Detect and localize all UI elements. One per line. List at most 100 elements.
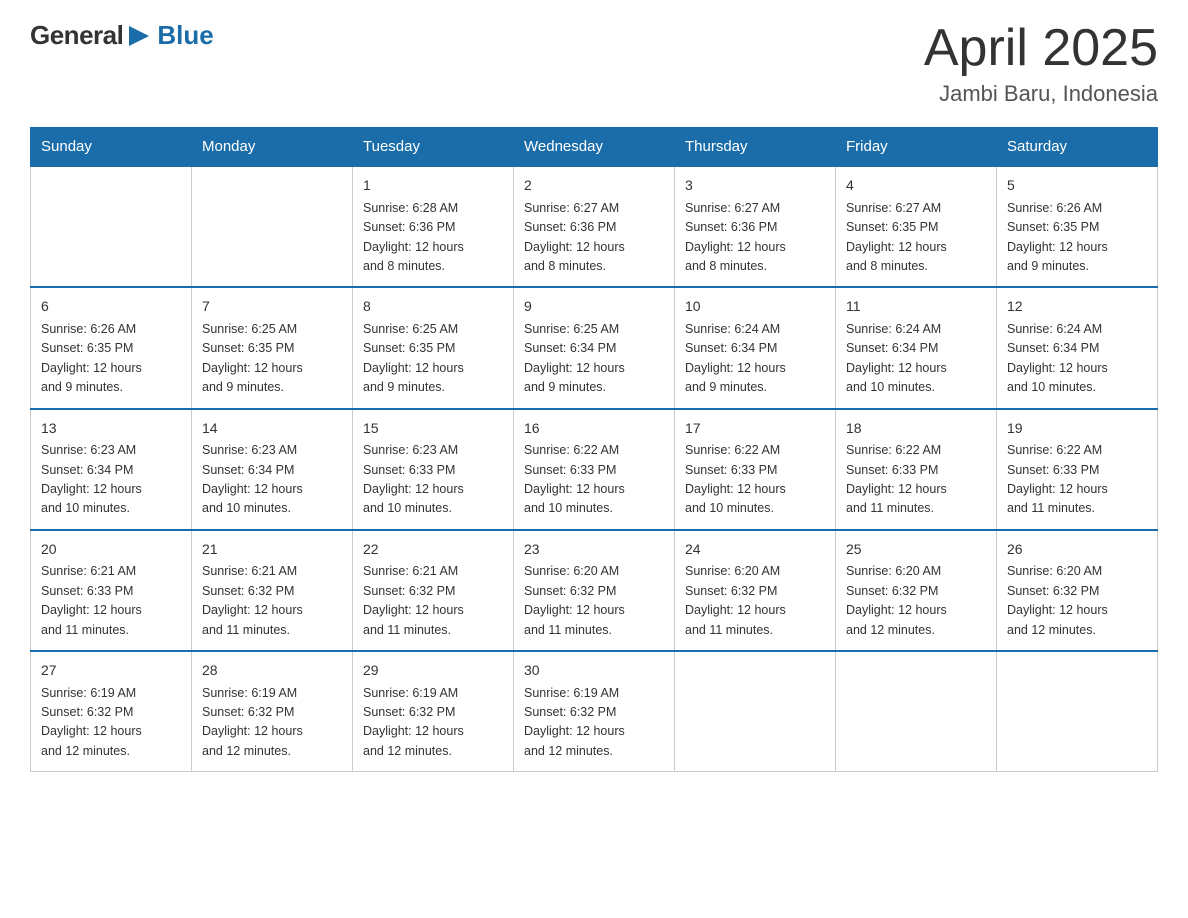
day-number: 6 (41, 296, 181, 318)
day-info: Sunrise: 6:22 AM Sunset: 6:33 PM Dayligh… (685, 441, 825, 519)
day-info: Sunrise: 6:21 AM Sunset: 6:32 PM Dayligh… (202, 562, 342, 640)
day-number: 14 (202, 418, 342, 440)
day-number: 2 (524, 175, 664, 197)
day-number: 10 (685, 296, 825, 318)
day-info: Sunrise: 6:28 AM Sunset: 6:36 PM Dayligh… (363, 199, 503, 277)
day-number: 26 (1007, 539, 1147, 561)
day-number: 17 (685, 418, 825, 440)
day-number: 5 (1007, 175, 1147, 197)
header-day-saturday: Saturday (997, 128, 1158, 167)
calendar-cell (192, 166, 353, 287)
calendar-cell: 13Sunrise: 6:23 AM Sunset: 6:34 PM Dayli… (31, 409, 192, 530)
day-info: Sunrise: 6:24 AM Sunset: 6:34 PM Dayligh… (846, 320, 986, 398)
day-number: 1 (363, 175, 503, 197)
calendar-cell: 3Sunrise: 6:27 AM Sunset: 6:36 PM Daylig… (675, 166, 836, 287)
day-info: Sunrise: 6:27 AM Sunset: 6:36 PM Dayligh… (524, 199, 664, 277)
day-number: 9 (524, 296, 664, 318)
day-info: Sunrise: 6:25 AM Sunset: 6:34 PM Dayligh… (524, 320, 664, 398)
calendar-cell (31, 166, 192, 287)
calendar-cell: 18Sunrise: 6:22 AM Sunset: 6:33 PM Dayli… (836, 409, 997, 530)
day-number: 24 (685, 539, 825, 561)
calendar-cell: 14Sunrise: 6:23 AM Sunset: 6:34 PM Dayli… (192, 409, 353, 530)
calendar-cell: 22Sunrise: 6:21 AM Sunset: 6:32 PM Dayli… (353, 530, 514, 651)
day-number: 20 (41, 539, 181, 561)
calendar-subtitle: Jambi Baru, Indonesia (924, 81, 1158, 107)
calendar-cell: 17Sunrise: 6:22 AM Sunset: 6:33 PM Dayli… (675, 409, 836, 530)
day-number: 30 (524, 660, 664, 682)
calendar-header-row: SundayMondayTuesdayWednesdayThursdayFrid… (31, 128, 1158, 167)
day-info: Sunrise: 6:26 AM Sunset: 6:35 PM Dayligh… (41, 320, 181, 398)
header-day-friday: Friday (836, 128, 997, 167)
day-number: 19 (1007, 418, 1147, 440)
calendar-cell: 23Sunrise: 6:20 AM Sunset: 6:32 PM Dayli… (514, 530, 675, 651)
day-info: Sunrise: 6:19 AM Sunset: 6:32 PM Dayligh… (41, 684, 181, 762)
day-info: Sunrise: 6:26 AM Sunset: 6:35 PM Dayligh… (1007, 199, 1147, 277)
calendar-cell: 5Sunrise: 6:26 AM Sunset: 6:35 PM Daylig… (997, 166, 1158, 287)
day-info: Sunrise: 6:24 AM Sunset: 6:34 PM Dayligh… (685, 320, 825, 398)
calendar-title: April 2025 (924, 20, 1158, 77)
calendar-week-row: 27Sunrise: 6:19 AM Sunset: 6:32 PM Dayli… (31, 651, 1158, 772)
calendar-cell: 6Sunrise: 6:26 AM Sunset: 6:35 PM Daylig… (31, 287, 192, 408)
logo: General Blue (30, 20, 214, 51)
day-number: 28 (202, 660, 342, 682)
logo-general-text: General (30, 20, 123, 51)
day-info: Sunrise: 6:21 AM Sunset: 6:32 PM Dayligh… (363, 562, 503, 640)
day-info: Sunrise: 6:19 AM Sunset: 6:32 PM Dayligh… (363, 684, 503, 762)
calendar-cell (675, 651, 836, 772)
day-number: 11 (846, 296, 986, 318)
day-number: 15 (363, 418, 503, 440)
day-info: Sunrise: 6:21 AM Sunset: 6:33 PM Dayligh… (41, 562, 181, 640)
day-number: 12 (1007, 296, 1147, 318)
header-day-tuesday: Tuesday (353, 128, 514, 167)
calendar-cell: 28Sunrise: 6:19 AM Sunset: 6:32 PM Dayli… (192, 651, 353, 772)
day-info: Sunrise: 6:20 AM Sunset: 6:32 PM Dayligh… (685, 562, 825, 640)
calendar-cell: 30Sunrise: 6:19 AM Sunset: 6:32 PM Dayli… (514, 651, 675, 772)
day-info: Sunrise: 6:23 AM Sunset: 6:34 PM Dayligh… (202, 441, 342, 519)
day-number: 4 (846, 175, 986, 197)
calendar-table: SundayMondayTuesdayWednesdayThursdayFrid… (30, 127, 1158, 772)
calendar-cell: 26Sunrise: 6:20 AM Sunset: 6:32 PM Dayli… (997, 530, 1158, 651)
calendar-cell: 25Sunrise: 6:20 AM Sunset: 6:32 PM Dayli… (836, 530, 997, 651)
day-number: 21 (202, 539, 342, 561)
calendar-week-row: 1Sunrise: 6:28 AM Sunset: 6:36 PM Daylig… (31, 166, 1158, 287)
day-info: Sunrise: 6:27 AM Sunset: 6:36 PM Dayligh… (685, 199, 825, 277)
day-number: 13 (41, 418, 181, 440)
calendar-cell: 27Sunrise: 6:19 AM Sunset: 6:32 PM Dayli… (31, 651, 192, 772)
calendar-cell: 10Sunrise: 6:24 AM Sunset: 6:34 PM Dayli… (675, 287, 836, 408)
calendar-cell: 9Sunrise: 6:25 AM Sunset: 6:34 PM Daylig… (514, 287, 675, 408)
calendar-cell: 19Sunrise: 6:22 AM Sunset: 6:33 PM Dayli… (997, 409, 1158, 530)
day-number: 16 (524, 418, 664, 440)
logo-blue-text: Blue (157, 20, 213, 51)
day-number: 8 (363, 296, 503, 318)
calendar-cell (997, 651, 1158, 772)
day-number: 7 (202, 296, 342, 318)
day-info: Sunrise: 6:19 AM Sunset: 6:32 PM Dayligh… (524, 684, 664, 762)
header-day-monday: Monday (192, 128, 353, 167)
day-info: Sunrise: 6:20 AM Sunset: 6:32 PM Dayligh… (524, 562, 664, 640)
calendar-cell: 1Sunrise: 6:28 AM Sunset: 6:36 PM Daylig… (353, 166, 514, 287)
logo-flag-icon (125, 22, 153, 50)
day-info: Sunrise: 6:27 AM Sunset: 6:35 PM Dayligh… (846, 199, 986, 277)
day-info: Sunrise: 6:22 AM Sunset: 6:33 PM Dayligh… (524, 441, 664, 519)
day-number: 29 (363, 660, 503, 682)
calendar-cell (836, 651, 997, 772)
calendar-cell: 29Sunrise: 6:19 AM Sunset: 6:32 PM Dayli… (353, 651, 514, 772)
day-info: Sunrise: 6:19 AM Sunset: 6:32 PM Dayligh… (202, 684, 342, 762)
calendar-week-row: 13Sunrise: 6:23 AM Sunset: 6:34 PM Dayli… (31, 409, 1158, 530)
day-info: Sunrise: 6:22 AM Sunset: 6:33 PM Dayligh… (1007, 441, 1147, 519)
header-day-sunday: Sunday (31, 128, 192, 167)
calendar-week-row: 20Sunrise: 6:21 AM Sunset: 6:33 PM Dayli… (31, 530, 1158, 651)
day-info: Sunrise: 6:22 AM Sunset: 6:33 PM Dayligh… (846, 441, 986, 519)
header-day-thursday: Thursday (675, 128, 836, 167)
day-number: 27 (41, 660, 181, 682)
day-info: Sunrise: 6:23 AM Sunset: 6:34 PM Dayligh… (41, 441, 181, 519)
day-info: Sunrise: 6:24 AM Sunset: 6:34 PM Dayligh… (1007, 320, 1147, 398)
calendar-cell: 12Sunrise: 6:24 AM Sunset: 6:34 PM Dayli… (997, 287, 1158, 408)
calendar-cell: 21Sunrise: 6:21 AM Sunset: 6:32 PM Dayli… (192, 530, 353, 651)
day-info: Sunrise: 6:25 AM Sunset: 6:35 PM Dayligh… (363, 320, 503, 398)
calendar-cell: 2Sunrise: 6:27 AM Sunset: 6:36 PM Daylig… (514, 166, 675, 287)
day-number: 25 (846, 539, 986, 561)
page-header: General Blue April 2025 Jambi Baru, Indo… (30, 20, 1158, 107)
calendar-cell: 8Sunrise: 6:25 AM Sunset: 6:35 PM Daylig… (353, 287, 514, 408)
title-block: April 2025 Jambi Baru, Indonesia (924, 20, 1158, 107)
